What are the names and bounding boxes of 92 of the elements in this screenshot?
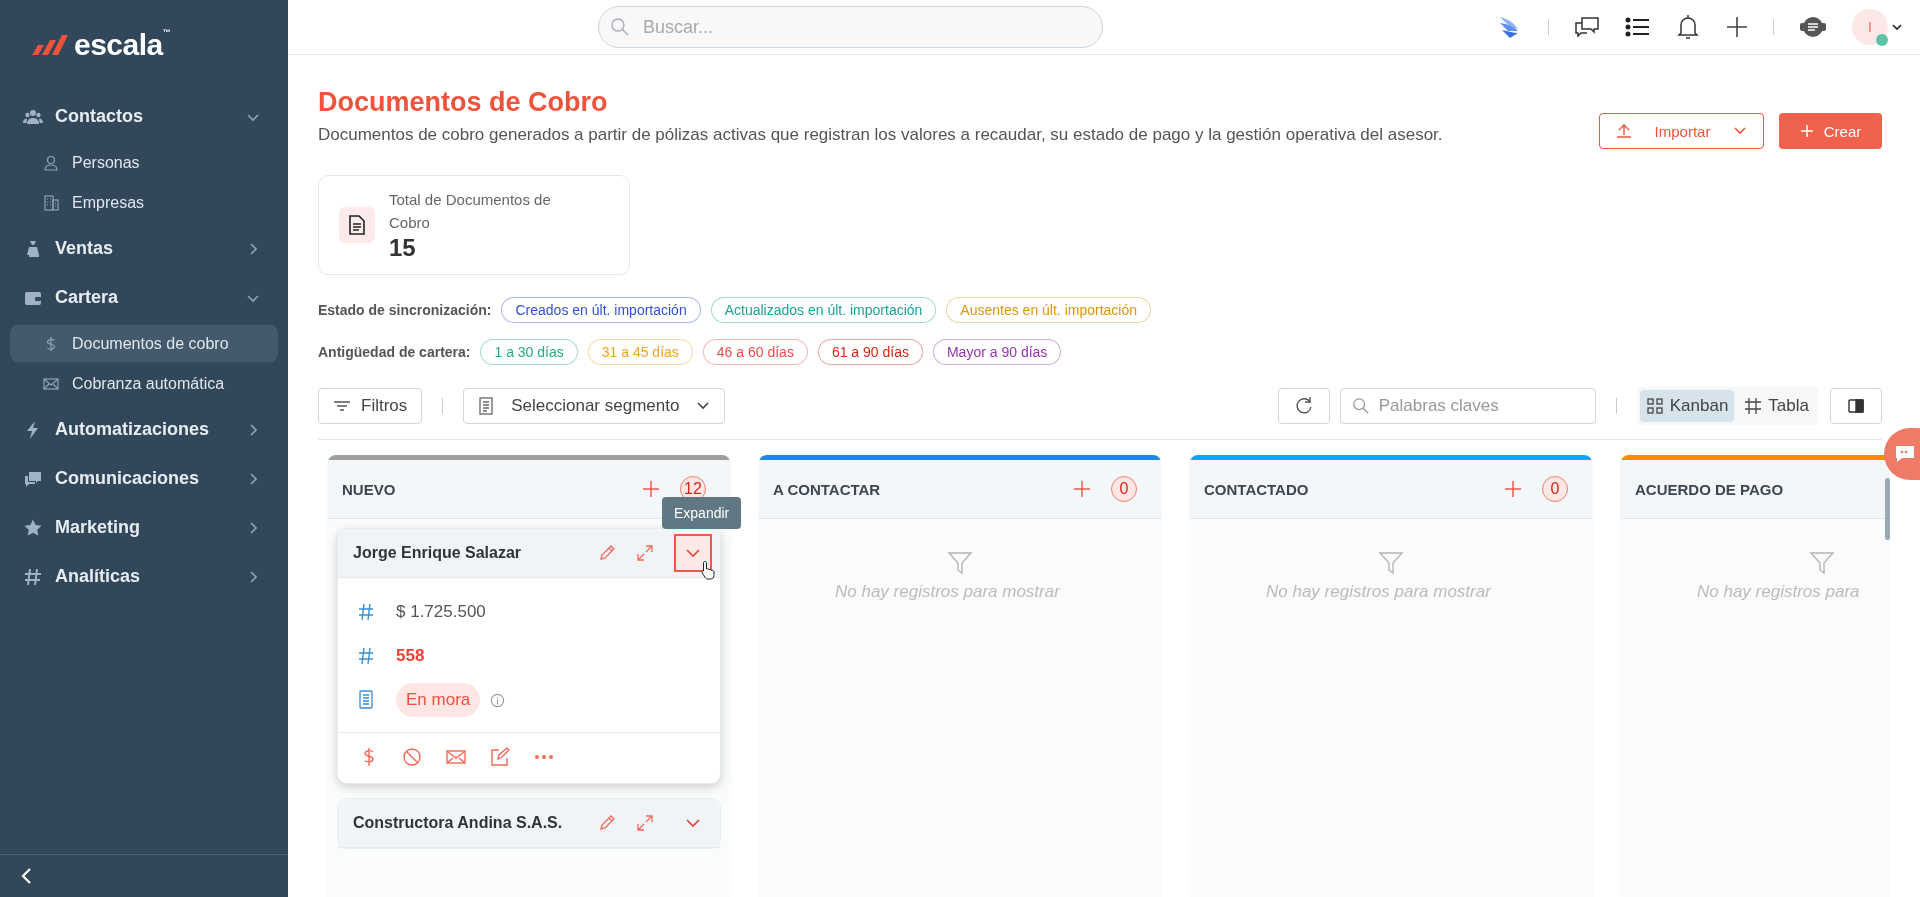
nav-subitem[interactable]: Empresas xyxy=(10,184,278,221)
nav-item[interactable]: Contactos xyxy=(10,92,278,141)
filter-label: Estado de sincronización: xyxy=(318,302,492,318)
document-number: 558 xyxy=(396,646,425,666)
hash-icon xyxy=(358,603,374,621)
building-icon xyxy=(42,193,60,212)
nav-item[interactable]: Marketing xyxy=(10,503,278,552)
filter-chip[interactable]: Creados en últ. importación xyxy=(501,297,701,323)
funnel-icon xyxy=(1809,550,1835,576)
nav-item[interactable]: Cartera xyxy=(10,273,278,322)
nav-item[interactable]: Comunicaciones xyxy=(10,454,278,503)
plus-icon[interactable] xyxy=(642,480,660,498)
refresh-button[interactable] xyxy=(1277,388,1330,424)
document-icon xyxy=(339,207,375,243)
status-tag: En mora xyxy=(396,683,481,717)
hand-cursor-icon xyxy=(700,560,716,580)
filter-label: Antigüedad de cartera: xyxy=(318,344,471,360)
online-dot xyxy=(1876,34,1888,46)
stat-label: Total de Documentos de Cobro xyxy=(389,190,552,233)
nav-subitem[interactable]: Documentos de cobro xyxy=(10,325,278,362)
plus-icon[interactable] xyxy=(1504,480,1522,498)
pencil-icon[interactable] xyxy=(598,544,616,562)
bell-icon[interactable] xyxy=(1675,13,1701,41)
scrollbar[interactable] xyxy=(1885,478,1890,540)
empty-message: No hay registros para mostrar xyxy=(835,582,1060,602)
sidebar-panel-icon xyxy=(1847,398,1865,414)
logo-stripes-icon xyxy=(30,33,70,57)
plus-icon[interactable] xyxy=(1073,480,1091,498)
funnel-icon xyxy=(947,550,973,576)
chat-icon xyxy=(1894,444,1916,464)
nav-item[interactable]: Analíticas xyxy=(10,552,278,601)
grid-icon xyxy=(1645,397,1664,415)
import-button[interactable]: Importar xyxy=(1599,113,1764,149)
page-title: Documentos de Cobro xyxy=(318,87,609,118)
record-name: Constructora Andina S.A.S. xyxy=(353,814,564,832)
expand-icon[interactable] xyxy=(636,814,654,832)
count-badge: 0 xyxy=(1111,476,1137,502)
filters-button[interactable]: Filtros xyxy=(318,388,423,424)
expand-icon[interactable] xyxy=(636,544,654,562)
search-icon xyxy=(1351,397,1370,415)
funnel-icon xyxy=(1378,550,1404,576)
view-tab[interactable]: Kanban xyxy=(1639,390,1735,422)
plus-icon xyxy=(1799,124,1814,138)
empty-message: No hay registros para mostrar xyxy=(1266,582,1491,602)
keyword-search-field[interactable]: Palabras claves xyxy=(1339,388,1596,424)
segment-dropdown[interactable]: Seleccionar segmento xyxy=(463,388,726,424)
table-icon xyxy=(1744,397,1763,415)
person-icon xyxy=(42,153,60,172)
column-title: ACUERDO DE PAGO xyxy=(1635,480,1785,498)
hash-icon xyxy=(23,566,43,587)
column-title: NUEVO xyxy=(342,480,397,498)
edit-icon[interactable] xyxy=(490,747,510,767)
search-icon xyxy=(610,17,630,37)
plus-icon[interactable] xyxy=(1725,15,1749,39)
nav-item[interactable]: Automatizaciones xyxy=(10,405,278,454)
document-icon xyxy=(478,397,495,415)
envelope-icon[interactable] xyxy=(446,749,466,765)
column-title: CONTACTADO xyxy=(1204,480,1310,498)
list-document-icon xyxy=(358,690,374,710)
upload-icon xyxy=(1616,123,1632,139)
filter-lines-icon xyxy=(333,399,351,413)
filter-chip[interactable]: 61 a 90 días xyxy=(817,339,923,365)
page-description: Documentos de cobro generados a partir de pólizas activas que registran los valores a recaudar, su estado de pago y la gestión operativa del asesor. xyxy=(318,124,1444,146)
nav-subitem[interactable]: Cobranza automática xyxy=(10,365,278,402)
caret-icon[interactable] xyxy=(1892,23,1902,31)
pencil-icon[interactable] xyxy=(598,814,616,832)
count-badge: 0 xyxy=(1542,476,1568,502)
stat-value: 15 xyxy=(389,234,417,262)
panel-toggle-button[interactable] xyxy=(1830,388,1882,424)
filter-chip[interactable]: 46 a 60 días xyxy=(702,339,808,365)
blocked-icon[interactable] xyxy=(402,747,422,767)
nav-subitem[interactable]: Personas xyxy=(10,144,278,181)
column-title: A CONTACTAR xyxy=(773,480,882,498)
amount-value: $ 1.725.500 xyxy=(396,602,486,622)
empty-message: No hay registros para xyxy=(1697,582,1860,602)
logo-text: escala$^{™}$ xyxy=(74,28,171,62)
expand-toggle-button[interactable] xyxy=(674,534,712,572)
refresh-icon xyxy=(1293,396,1314,416)
tooltip: Expandir xyxy=(662,497,742,529)
caret-icon xyxy=(1733,126,1747,136)
info-icon[interactable] xyxy=(490,692,506,708)
collapse-icon[interactable] xyxy=(20,867,34,885)
view-tab[interactable]: Tabla xyxy=(1738,390,1815,422)
chevron-down-icon xyxy=(685,548,701,558)
hash-icon xyxy=(358,647,374,665)
caret-icon xyxy=(696,401,711,411)
chevron-down-icon xyxy=(685,818,701,828)
search-field[interactable]: Buscar... xyxy=(598,6,1103,48)
more-icon[interactable] xyxy=(534,754,554,760)
record-name: Jorge Enrique Salazar xyxy=(353,544,523,562)
filter-chip[interactable]: Mayor a 90 días xyxy=(932,339,1062,365)
nav-item[interactable]: Ventas xyxy=(10,224,278,273)
